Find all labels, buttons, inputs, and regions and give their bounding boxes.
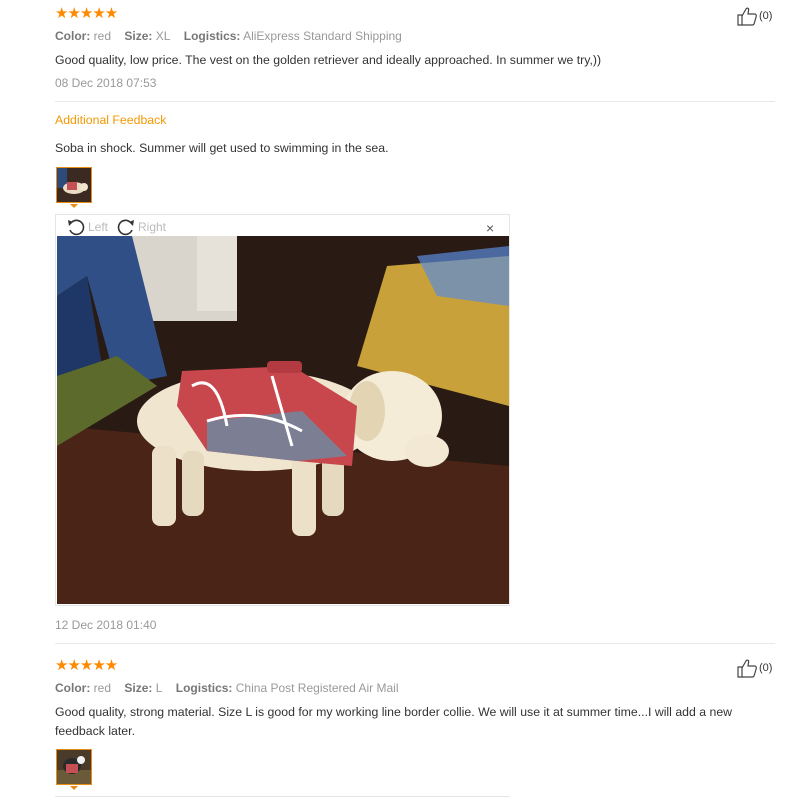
color-label: Color: (55, 681, 91, 695)
additional-feedback-date: 12 Dec 2018 01:40 (55, 618, 157, 632)
size-value: L (155, 681, 163, 695)
thumbs-up-icon (737, 7, 757, 26)
review-photo-thumbnail[interactable] (56, 167, 92, 203)
rotate-left-label: Left (88, 220, 109, 234)
size-label: Size: (124, 681, 153, 695)
rotate-right-label: Right (138, 220, 167, 234)
close-icon[interactable]: × (486, 220, 494, 236)
rating-stars: ★★★★★ (55, 5, 118, 22)
additional-feedback-text: Soba in shock. Summer will get used to s… (55, 141, 389, 155)
rotate-right-icon (117, 219, 134, 236)
review-photo (57, 236, 509, 604)
review-attributes: Color: red Size: XL Logistics: AliExpres… (55, 29, 402, 43)
helpful-button[interactable]: (0) (736, 6, 772, 26)
photo-thumbnail-image (57, 168, 91, 202)
thumbnail-caret (70, 204, 78, 208)
photo-viewer (55, 796, 510, 801)
logistics-label: Logistics: (175, 681, 233, 695)
review-text: Good quality, strong material. Size L is… (55, 705, 733, 738)
thumbs-up-icon (737, 659, 757, 678)
review-attributes: Color: red Size: L Logistics: China Post… (55, 681, 399, 695)
divider (55, 101, 775, 102)
rotate-right-button[interactable]: Right (116, 218, 166, 236)
color-value: red (93, 681, 112, 695)
review-text: Good quality, low price. The vest on the… (55, 53, 602, 67)
color-value: red (93, 29, 112, 43)
size-label: Size: (124, 29, 153, 43)
photo-viewer: Left Right × (55, 214, 510, 606)
thumbnail-caret (70, 786, 78, 790)
helpful-count: (0) (759, 10, 773, 22)
size-value: XL (155, 29, 171, 43)
logistics-label: Logistics: (183, 29, 241, 43)
helpful-count: (0) (759, 662, 773, 674)
helpful-button[interactable]: (0) (736, 658, 772, 678)
rotate-left-button[interactable]: Left (66, 218, 108, 236)
photo-thumbnail-image (57, 750, 91, 784)
rotate-left-icon (68, 219, 85, 236)
logistics-value: AliExpress Standard Shipping (243, 29, 402, 43)
rating-stars: ★★★★★ (55, 657, 118, 674)
divider (55, 643, 775, 644)
review-date: 08 Dec 2018 07:53 (55, 76, 157, 90)
color-label: Color: (55, 29, 91, 43)
logistics-value: China Post Registered Air Mail (235, 681, 399, 695)
additional-feedback-heading: Additional Feedback (55, 113, 167, 127)
review-photo-thumbnail[interactable] (56, 749, 92, 785)
